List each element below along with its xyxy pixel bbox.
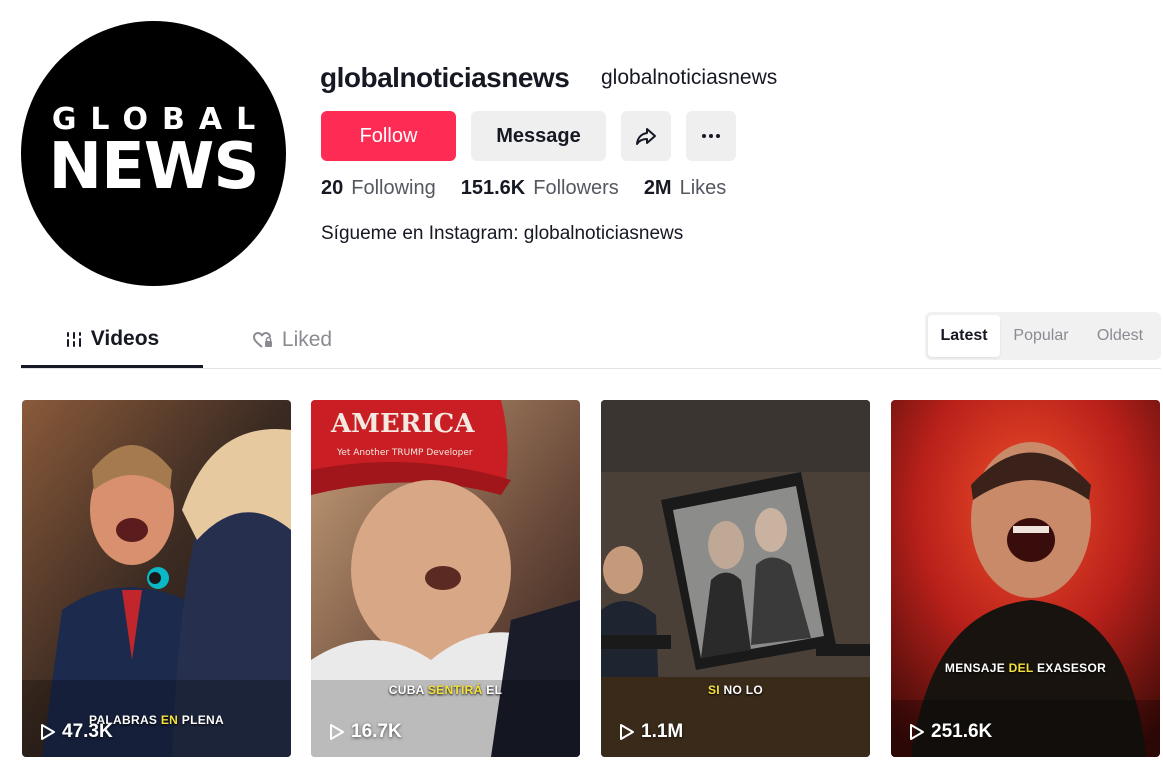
- sort-oldest[interactable]: Oldest: [1082, 315, 1158, 357]
- svg-text:AMERICA: AMERICA: [330, 409, 475, 439]
- tab-liked[interactable]: Liked: [227, 312, 357, 368]
- video-card[interactable]: MENSAJE DEL EXASESOR 251.6K: [891, 400, 1160, 757]
- video-caption: SI NO LO: [707, 683, 764, 697]
- liked-heart-lock-icon: [252, 332, 272, 348]
- followers-label: Followers: [533, 177, 619, 199]
- video-caption: CUBA SENTIRÁ EL: [388, 683, 503, 697]
- play-icon: [41, 724, 55, 740]
- follow-button[interactable]: Follow: [321, 111, 456, 161]
- video-views: 251.6K: [909, 721, 992, 743]
- following-count: 20: [321, 177, 344, 199]
- play-icon: [620, 724, 634, 740]
- video-views: 47.3K: [40, 721, 113, 743]
- video-card[interactable]: SI NO LO 1.1M: [601, 400, 870, 757]
- video-thumbnail: [22, 400, 291, 757]
- followers-count: 151.6K: [460, 177, 526, 199]
- more-options-button[interactable]: [686, 111, 736, 161]
- video-view-count: 47.3K: [62, 721, 113, 742]
- video-views: 1.1M: [619, 721, 683, 743]
- profile-nickname: globalnoticiasnews: [601, 66, 778, 89]
- video-thumbnail: [891, 400, 1160, 757]
- profile-avatar[interactable]: GLOBAL NEWS: [21, 21, 286, 286]
- play-icon: [330, 724, 344, 740]
- share-icon: [636, 128, 656, 145]
- likes-count: 2M: [643, 177, 672, 199]
- message-button[interactable]: Message: [471, 111, 606, 161]
- videos-grid-icon: [66, 331, 81, 347]
- video-view-count: 251.6K: [931, 721, 993, 742]
- video-views: 16.7K: [329, 721, 402, 743]
- profile-bio: Sígueme en Instagram: globalnoticiasnews: [321, 223, 684, 244]
- profile-stats: 20 Following 151.6K Followers 2M Likes: [321, 177, 751, 200]
- sort-popular[interactable]: Popular: [1000, 315, 1082, 357]
- video-card[interactable]: AMERICA Yet Another TRUMP Developer CUBA…: [311, 400, 580, 757]
- sort-latest[interactable]: Latest: [928, 315, 1000, 357]
- likes-stat: 2M Likes: [644, 177, 727, 200]
- followers-stat[interactable]: 151.6K Followers: [461, 177, 619, 200]
- video-card[interactable]: PALABRAS EN PLENA 47.3K: [22, 400, 291, 757]
- video-thumbnail: AMERICA Yet Another TRUMP Developer: [311, 400, 580, 757]
- video-caption: MENSAJE DEL EXASESOR: [944, 661, 1107, 675]
- tab-videos[interactable]: Videos: [21, 312, 203, 368]
- play-icon: [910, 724, 924, 740]
- avatar-text-news: NEWS: [48, 130, 260, 204]
- svg-text:Yet Another TRUMP Developer: Yet Another TRUMP Developer: [336, 448, 473, 458]
- video-view-count: 16.7K: [351, 721, 402, 742]
- tab-videos-label: Videos: [90, 326, 160, 350]
- share-button[interactable]: [621, 111, 671, 161]
- likes-label: Likes: [679, 177, 727, 199]
- following-stat[interactable]: 20 Following: [321, 177, 436, 200]
- video-view-count: 1.1M: [641, 721, 684, 742]
- video-thumbnail: [601, 400, 870, 757]
- video-sort-toggle: Latest Popular Oldest: [925, 312, 1161, 360]
- tab-liked-label: Liked: [281, 328, 333, 351]
- more-icon: [702, 134, 720, 138]
- following-label: Following: [351, 177, 436, 199]
- profile-username: globalnoticiasnews: [320, 62, 570, 93]
